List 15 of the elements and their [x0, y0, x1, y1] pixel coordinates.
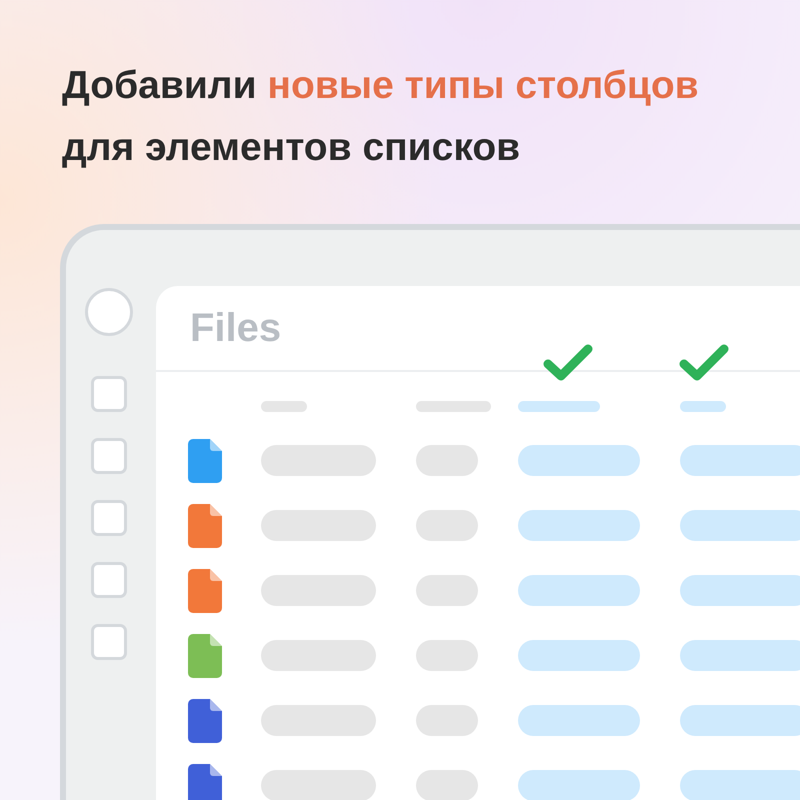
placeholder-bar — [416, 445, 478, 476]
checkbox[interactable] — [91, 500, 127, 536]
checkbox[interactable] — [91, 624, 127, 660]
placeholder-bar — [416, 770, 478, 800]
placeholder-bar — [416, 510, 478, 541]
placeholder-bar — [416, 640, 478, 671]
checkbox[interactable] — [91, 376, 127, 412]
headline: Добавили новые типы столбцов для элементов списков — [62, 63, 700, 171]
window-title: Files — [190, 306, 282, 350]
placeholder-bar — [416, 575, 478, 606]
circle-icon — [85, 288, 133, 336]
column-header-bar — [680, 401, 726, 412]
checkbox[interactable] — [91, 562, 127, 598]
checkbox[interactable] — [91, 438, 127, 474]
placeholder-bar — [416, 705, 478, 736]
